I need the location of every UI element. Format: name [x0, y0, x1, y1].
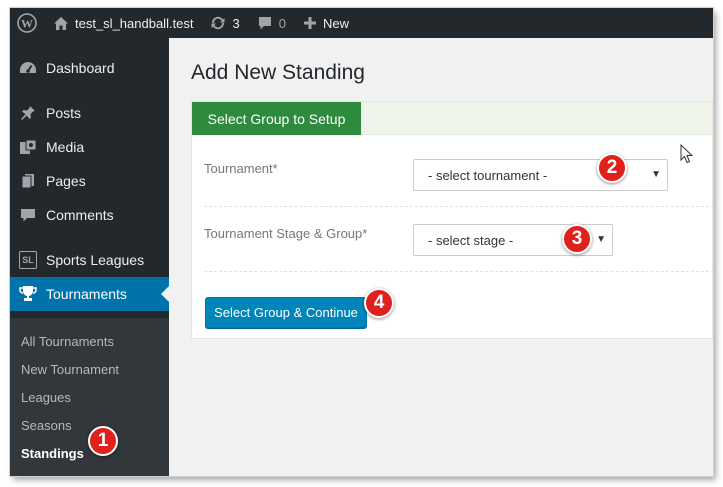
- comments-count: 0: [278, 15, 286, 31]
- updates-count: 3: [232, 15, 240, 31]
- sl-icon: SL: [19, 251, 37, 269]
- submenu-item-all-tournaments[interactable]: All Tournaments: [21, 334, 114, 349]
- stage-group-label: Tournament Stage & Group*: [204, 226, 368, 241]
- wordpress-logo-button[interactable]: W: [10, 8, 44, 38]
- dashboard-icon: [10, 60, 46, 76]
- comment-bubble-icon: [257, 16, 273, 31]
- home-icon: [53, 16, 69, 31]
- panel-header: Select Group to Setup: [192, 102, 712, 135]
- menu-item-sports-leagues[interactable]: SL Sports Leagues: [10, 243, 169, 277]
- setup-panel: Select Group to Setup Tournament* - sele…: [191, 101, 713, 339]
- menu-item-posts[interactable]: Posts: [10, 96, 169, 130]
- tournaments-submenu: All Tournaments New Tournament Leagues S…: [10, 318, 169, 476]
- sl-icon-wrap: SL: [10, 251, 46, 269]
- submenu-item-seasons[interactable]: Seasons: [21, 418, 72, 433]
- admin-sidebar: Dashboard Posts Media Pages Comments SL …: [10, 38, 169, 476]
- menu-label: Tournaments: [46, 286, 127, 302]
- new-content-link[interactable]: New: [293, 8, 356, 38]
- submenu-item-new-tournament[interactable]: New Tournament: [21, 362, 119, 377]
- site-name-link[interactable]: test_sl_handball.test: [44, 8, 201, 38]
- comments-link[interactable]: 0: [247, 8, 293, 38]
- pages-icon: [10, 173, 46, 189]
- stage-select-value: - select stage -: [428, 232, 514, 248]
- chevron-down-icon: ▼: [651, 169, 661, 180]
- chevron-down-icon: ▼: [596, 234, 606, 245]
- menu-item-comments[interactable]: Comments: [10, 198, 169, 232]
- menu-label: Sports Leagues: [46, 252, 145, 268]
- field-divider: [204, 271, 713, 272]
- step-badge-2: 2: [597, 153, 627, 183]
- step-badge-4: 4: [364, 288, 394, 318]
- refresh-icon: [209, 15, 227, 31]
- menu-item-dashboard[interactable]: Dashboard: [10, 51, 169, 85]
- tournament-select-value: - select tournament -: [428, 167, 548, 183]
- menu-label: Comments: [46, 207, 114, 223]
- wordpress-logo-icon: W: [17, 13, 37, 33]
- browser-frame: W test_sl_handball.test 3 0 New Dashboar…: [10, 8, 713, 476]
- menu-label: Dashboard: [46, 60, 115, 76]
- svg-text:W: W: [21, 17, 33, 31]
- tournament-label: Tournament*: [204, 161, 278, 176]
- active-menu-arrow: [161, 286, 169, 302]
- menu-label: Posts: [46, 105, 82, 121]
- step-badge-1: 1: [88, 426, 118, 456]
- select-group-continue-button[interactable]: Select Group & Continue: [205, 297, 367, 328]
- field-divider: [204, 206, 713, 207]
- menu-label: Media: [46, 139, 85, 155]
- trophy-icon: [10, 285, 46, 303]
- admin-bar: W test_sl_handball.test 3 0 New: [10, 8, 713, 38]
- menu-item-tournaments[interactable]: Tournaments: [10, 277, 169, 311]
- comment-icon: [10, 208, 46, 223]
- new-label: New: [323, 15, 350, 31]
- site-name: test_sl_handball.test: [75, 15, 194, 31]
- pin-icon: [10, 105, 46, 121]
- plus-icon: [303, 16, 317, 30]
- menu-label: Pages: [46, 173, 86, 189]
- submenu-item-leagues[interactable]: Leagues: [21, 390, 71, 405]
- step-badge-3: 3: [562, 224, 592, 254]
- page-title: Add New Standing: [191, 61, 365, 84]
- updates-link[interactable]: 3: [201, 8, 247, 38]
- media-icon: [10, 139, 46, 155]
- menu-item-media[interactable]: Media: [10, 130, 169, 164]
- submenu-item-standings[interactable]: Standings: [21, 446, 84, 461]
- tournament-select[interactable]: - select tournament - ▼: [413, 159, 668, 191]
- tab-select-group[interactable]: Select Group to Setup: [192, 102, 361, 135]
- mouse-pointer-icon: [680, 144, 694, 164]
- menu-item-pages[interactable]: Pages: [10, 164, 169, 198]
